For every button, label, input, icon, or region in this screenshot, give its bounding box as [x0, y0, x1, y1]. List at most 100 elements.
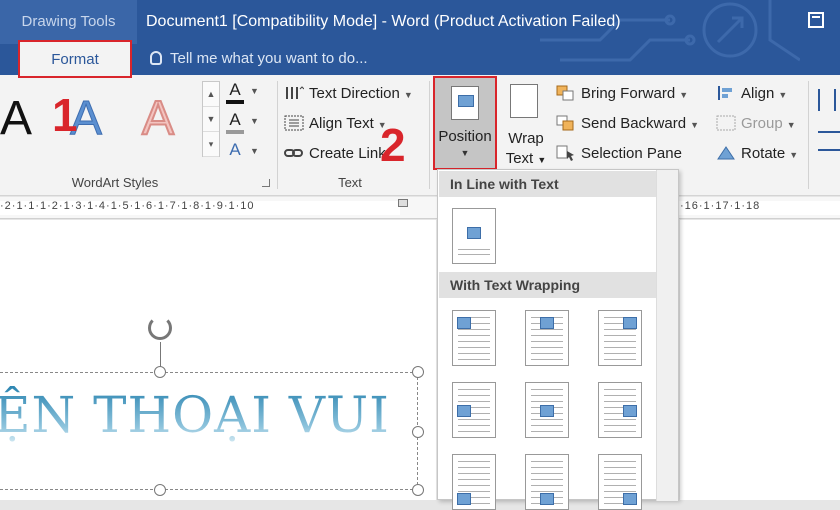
- text-direction-label: Text Direction: [309, 85, 400, 102]
- align-icon: [718, 86, 732, 100]
- chevron-down-icon: ▼: [786, 120, 796, 130]
- text-effects-icon: A: [229, 140, 241, 159]
- lightbulb-icon: [150, 51, 162, 65]
- align-button[interactable]: Align ▼: [716, 79, 787, 109]
- position-inline-option[interactable]: [452, 208, 496, 264]
- tab-format[interactable]: Format: [18, 40, 132, 78]
- tell-me-placeholder: Tell me what you want to do...: [170, 50, 368, 67]
- chevron-down-icon: ▼: [679, 90, 689, 100]
- gallery-down-icon[interactable]: ▼: [203, 107, 219, 132]
- position-wrap-option-0-2[interactable]: [598, 310, 642, 366]
- picture-icon: [457, 405, 471, 417]
- resize-handle[interactable]: [154, 484, 166, 496]
- position-button[interactable]: Position ▼: [433, 76, 497, 170]
- chevron-down-icon: ▼: [778, 90, 788, 100]
- picture-icon: [540, 493, 554, 505]
- tell-me-search[interactable]: Tell me what you want to do...: [150, 46, 368, 72]
- document-title: Document1 [Compatibility Mode] - Word (P…: [146, 13, 621, 30]
- group-divider: [808, 81, 809, 189]
- chevron-down-icon: ▼: [789, 150, 799, 160]
- selection-pane-button[interactable]: Selection Pane: [556, 139, 682, 169]
- selection-pane-icon: [556, 145, 574, 161]
- wrap-text-icon: [510, 84, 538, 118]
- ribbon: A A A ▲ ▼ ▾ A ▼ A ▼ A ▼ WordArt Styles Text…: [0, 75, 840, 196]
- position-wrap-option-1-1[interactable]: [525, 382, 569, 438]
- group-divider: [429, 81, 430, 189]
- position-wrap-option-2-0[interactable]: [452, 454, 496, 510]
- gallery-scrollbar[interactable]: ▲ ▼ ▾: [202, 81, 220, 157]
- wordart-format-tools: A ▼ A ▼ A ▼: [226, 75, 274, 165]
- chevron-down-icon: ▼: [250, 85, 259, 96]
- document-area: ỆN THOẠI VUI: [0, 220, 840, 500]
- chevron-down-icon: ▼: [403, 90, 413, 100]
- bring-forward-label: Bring Forward: [581, 85, 676, 102]
- wordart-sample-1[interactable]: A: [0, 91, 32, 146]
- position-icon: [451, 86, 479, 120]
- text-outline-button[interactable]: A ▼: [226, 105, 274, 135]
- arrange-group: Bring Forward ▼ Align ▼ Send Backward ▼ Gro…: [556, 79, 840, 169]
- position-wrap-option-0-0[interactable]: [452, 310, 496, 366]
- wordart-gallery[interactable]: A A A ▲ ▼ ▾: [0, 81, 220, 181]
- rotate-label: Rotate: [741, 145, 786, 162]
- ruler-numbers-left: ·2·1·1·1·2·1·3·1·4·1·5·1·6·1·7·1·8·1·9·1…: [0, 200, 255, 212]
- picture-icon: [623, 405, 637, 417]
- picture-icon: [457, 317, 471, 329]
- text-fill-icon: A: [226, 80, 244, 104]
- position-wrap-option-2-2[interactable]: [598, 454, 642, 510]
- height-icon[interactable]: [818, 89, 836, 111]
- document-page-right: [680, 220, 840, 500]
- position-wrap-option-0-1[interactable]: [525, 310, 569, 366]
- document-page[interactable]: ỆN THOẠI VUI: [0, 220, 436, 500]
- rotate-button[interactable]: Rotate ▼: [716, 139, 798, 169]
- link-icon: [284, 149, 303, 157]
- position-wrap-option-2-1[interactable]: [525, 454, 569, 510]
- send-backward-button[interactable]: Send Backward ▼: [556, 109, 699, 139]
- wordart-styles-label: WordArt Styles: [71, 175, 159, 190]
- position-wrap-option-1-0[interactable]: [452, 382, 496, 438]
- text-effects-button[interactable]: A ▼: [226, 135, 274, 165]
- inline-with-text-header: In Line with Text: [439, 171, 656, 197]
- wrap-text-button[interactable]: Wrap Text ▼: [502, 81, 548, 167]
- group-divider: [277, 81, 278, 189]
- picture-icon: [623, 493, 637, 505]
- dropdown-scrollbar[interactable]: [656, 170, 678, 501]
- position-dropdown: In Line with Text With Text Wrapping: [437, 169, 679, 510]
- picture-icon: [623, 317, 637, 329]
- gallery-up-icon[interactable]: ▲: [203, 82, 219, 107]
- selection-pane-label: Selection Pane: [581, 145, 682, 162]
- align-text-label: Align Text: [309, 115, 374, 132]
- wrap-text-label: Wrap Text ▼: [505, 130, 547, 167]
- bring-forward-button[interactable]: Bring Forward ▼: [556, 79, 688, 109]
- width-icon[interactable]: [818, 131, 840, 151]
- text-direction-button[interactable]: Text Direction ▼: [284, 79, 424, 109]
- position-wrap-option-1-2[interactable]: [598, 382, 642, 438]
- picture-icon: [540, 317, 554, 329]
- send-backward-icon: [556, 115, 574, 131]
- text-group-label: Text: [338, 175, 362, 190]
- drawing-tools-context-label: Drawing Tools: [0, 0, 137, 44]
- text-direction-icon: [286, 86, 304, 99]
- resize-handle[interactable]: [412, 426, 424, 438]
- wordart-sample-3[interactable]: A: [141, 91, 175, 146]
- resize-handle[interactable]: [412, 366, 424, 378]
- group-button[interactable]: Group ▼: [716, 109, 796, 139]
- text-fill-button[interactable]: A ▼: [226, 75, 274, 105]
- ribbon-display-options-icon[interactable]: [808, 12, 824, 28]
- chevron-down-icon: ▼: [250, 115, 259, 126]
- rotate-handle-icon[interactable]: [148, 316, 172, 340]
- align-label: Align: [741, 85, 775, 102]
- align-text-icon: [284, 115, 304, 131]
- with-text-wrapping-header: With Text Wrapping: [439, 272, 656, 298]
- picture-icon: [457, 493, 471, 505]
- ruler-numbers-right: ·16·1·17·1·18: [680, 200, 761, 212]
- send-backward-label: Send Backward: [581, 115, 687, 132]
- resize-handle[interactable]: [412, 484, 424, 496]
- resize-handle[interactable]: [154, 366, 166, 378]
- dialog-launcher-icon[interactable]: [262, 179, 270, 187]
- indent-marker[interactable]: [398, 199, 408, 207]
- wordart-text[interactable]: ỆN THOẠI VUI: [0, 386, 390, 444]
- horizontal-ruler[interactable]: ·2·1·1·1·2·1·3·1·4·1·5·1·6·1·7·1·8·1·9·1…: [0, 197, 840, 219]
- step-2-annotation: 2: [380, 119, 406, 171]
- chevron-down-icon: ▼: [250, 145, 259, 156]
- gallery-more-icon[interactable]: ▾: [203, 132, 219, 157]
